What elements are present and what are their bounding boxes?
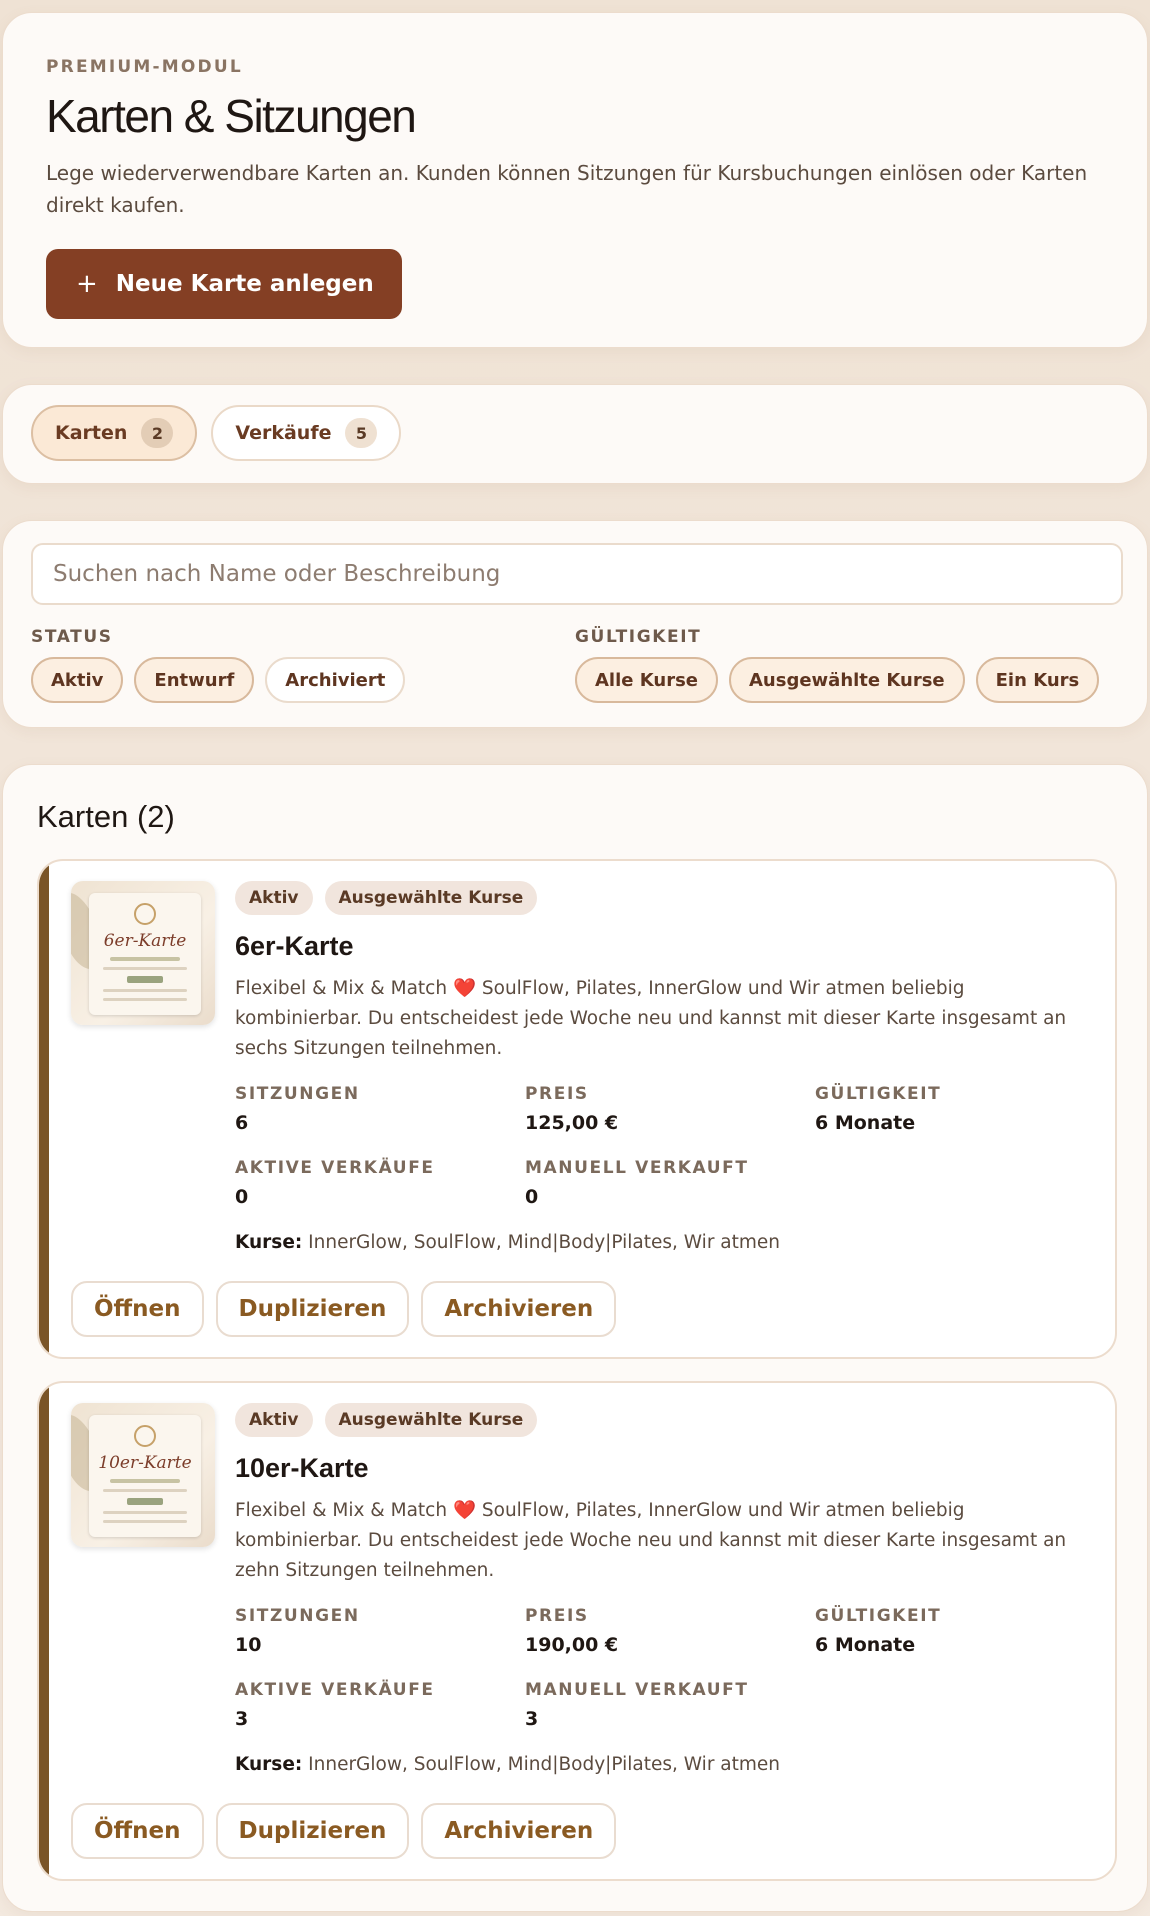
active-sales-label: AKTIVE VERKÄUFE: [235, 1158, 435, 1178]
open-button[interactable]: Öffnen: [71, 1281, 204, 1337]
validity-chip-selected-courses[interactable]: Ausgewählte Kurse: [729, 657, 965, 703]
validity-chip-all-courses[interactable]: Alle Kurse: [575, 657, 718, 703]
heart-icon: ❤️: [452, 1500, 476, 1521]
page-description: Lege wiederverwendbare Karten an. Kunden…: [46, 161, 1088, 217]
status-badge: Aktiv: [235, 881, 313, 915]
page-title: Karten & Sitzungen: [46, 90, 417, 142]
sessions-value: 10: [235, 1634, 262, 1656]
filters-card: STATUS Aktiv Entwurf Archiviert GÜLTIGKE…: [2, 520, 1148, 728]
card-item: 10er-Karte Aktiv Ausgewählte Kurse 10er-…: [37, 1381, 1117, 1881]
validity-filter-label: GÜLTIGKEIT: [575, 627, 702, 647]
hero-card: PREMIUM-MODUL Karten & Sitzungen Lege wi…: [2, 12, 1148, 348]
status-chip-archived[interactable]: Archiviert: [265, 657, 406, 703]
status-chip-active[interactable]: Aktiv: [31, 657, 124, 703]
search-input[interactable]: [31, 543, 1123, 605]
validity-chip-one-course[interactable]: Ein Kurs: [975, 657, 1100, 703]
status-filter-label: STATUS: [31, 627, 113, 647]
status-stripe: [39, 861, 49, 1357]
card-thumbnail[interactable]: 6er-Karte: [71, 881, 215, 1025]
validity-filter-group: GÜLTIGKEIT Alle Kurse Ausgewählte Kurse …: [575, 627, 1119, 703]
tabs-bar: Karten 2 Verkäufe 5: [2, 384, 1148, 484]
new-card-button-label: Neue Karte anlegen: [115, 271, 374, 297]
card-courses: Kurse: InnerGlow, SoulFlow, Mind|Body|Pi…: [235, 1232, 781, 1253]
thumbnail-title: 10er-Karte: [98, 1453, 192, 1473]
duplicate-button[interactable]: Duplizieren: [215, 1281, 410, 1337]
card-stats: SITZUNGEN 6 PREIS 125,00 € GÜLTIGKEIT 6 …: [235, 1084, 1095, 1208]
card-description: Flexibel & Mix & Match ❤️ SoulFlow, Pila…: [235, 1500, 1067, 1581]
active-sales-value: 0: [235, 1186, 249, 1208]
card-item: 6er-Karte Aktiv Ausgewählte Kurse 6er-Ka…: [37, 859, 1117, 1359]
tab-cards-label: Karten: [55, 422, 128, 444]
sessions-value: 6: [235, 1112, 249, 1134]
tab-sales-label: Verkäufe: [235, 422, 332, 444]
sessions-label: SITZUNGEN: [235, 1084, 360, 1104]
price-value: 190,00 €: [525, 1634, 619, 1656]
manual-sold-label: MANUELL VERKAUFT: [525, 1158, 749, 1178]
card-thumbnail[interactable]: 10er-Karte: [71, 1403, 215, 1547]
manual-sold-label: MANUELL VERKAUFT: [525, 1680, 749, 1700]
eyebrow-label: PREMIUM-MODUL: [46, 57, 243, 77]
validity-value: 6 Monate: [815, 1634, 916, 1656]
heart-icon: ❤️: [452, 978, 476, 999]
manual-sold-value: 0: [525, 1186, 539, 1208]
cards-list: Karten (2) 6er-Karte Aktiv Ausgewählte K…: [2, 764, 1148, 1912]
archive-button[interactable]: Archivieren: [421, 1281, 617, 1337]
card-courses: Kurse: InnerGlow, SoulFlow, Mind|Body|Pi…: [235, 1754, 781, 1775]
active-sales-value: 3: [235, 1708, 249, 1730]
validity-value: 6 Monate: [815, 1112, 916, 1134]
thumbnail-title: 6er-Karte: [103, 931, 187, 951]
card-title: 6er-Karte: [235, 931, 354, 961]
sessions-label: SITZUNGEN: [235, 1606, 360, 1626]
tab-cards[interactable]: Karten 2: [31, 405, 198, 461]
status-filter-group: STATUS Aktiv Entwurf Archiviert: [31, 627, 575, 703]
mandala-icon: [134, 1425, 156, 1447]
card-title: 10er-Karte: [235, 1453, 369, 1483]
card-stats: SITZUNGEN 10 PREIS 190,00 € GÜLTIGKEIT 6…: [235, 1606, 1095, 1730]
new-card-button[interactable]: + Neue Karte anlegen: [46, 249, 402, 319]
manual-sold-value: 3: [525, 1708, 539, 1730]
duplicate-button[interactable]: Duplizieren: [215, 1803, 410, 1859]
card-description: Flexibel & Mix & Match ❤️ SoulFlow, Pila…: [235, 978, 1067, 1059]
tab-sales[interactable]: Verkäufe 5: [211, 405, 402, 461]
archive-button[interactable]: Archivieren: [421, 1803, 617, 1859]
status-stripe: [39, 1383, 49, 1879]
scope-badge: Ausgewählte Kurse: [324, 881, 538, 915]
status-chip-draft[interactable]: Entwurf: [134, 657, 255, 703]
tab-sales-count: 5: [345, 418, 378, 448]
price-label: PREIS: [525, 1084, 589, 1104]
price-value: 125,00 €: [525, 1112, 619, 1134]
scope-badge: Ausgewählte Kurse: [324, 1403, 538, 1437]
tab-cards-count: 2: [141, 418, 174, 448]
plus-icon: +: [76, 269, 98, 299]
active-sales-label: AKTIVE VERKÄUFE: [235, 1680, 435, 1700]
open-button[interactable]: Öffnen: [71, 1803, 204, 1859]
validity-label: GÜLTIGKEIT: [815, 1084, 942, 1104]
list-title: Karten (2): [37, 799, 175, 834]
validity-label: GÜLTIGKEIT: [815, 1606, 942, 1626]
mandala-icon: [134, 903, 156, 925]
price-label: PREIS: [525, 1606, 589, 1626]
status-badge: Aktiv: [235, 1403, 313, 1437]
